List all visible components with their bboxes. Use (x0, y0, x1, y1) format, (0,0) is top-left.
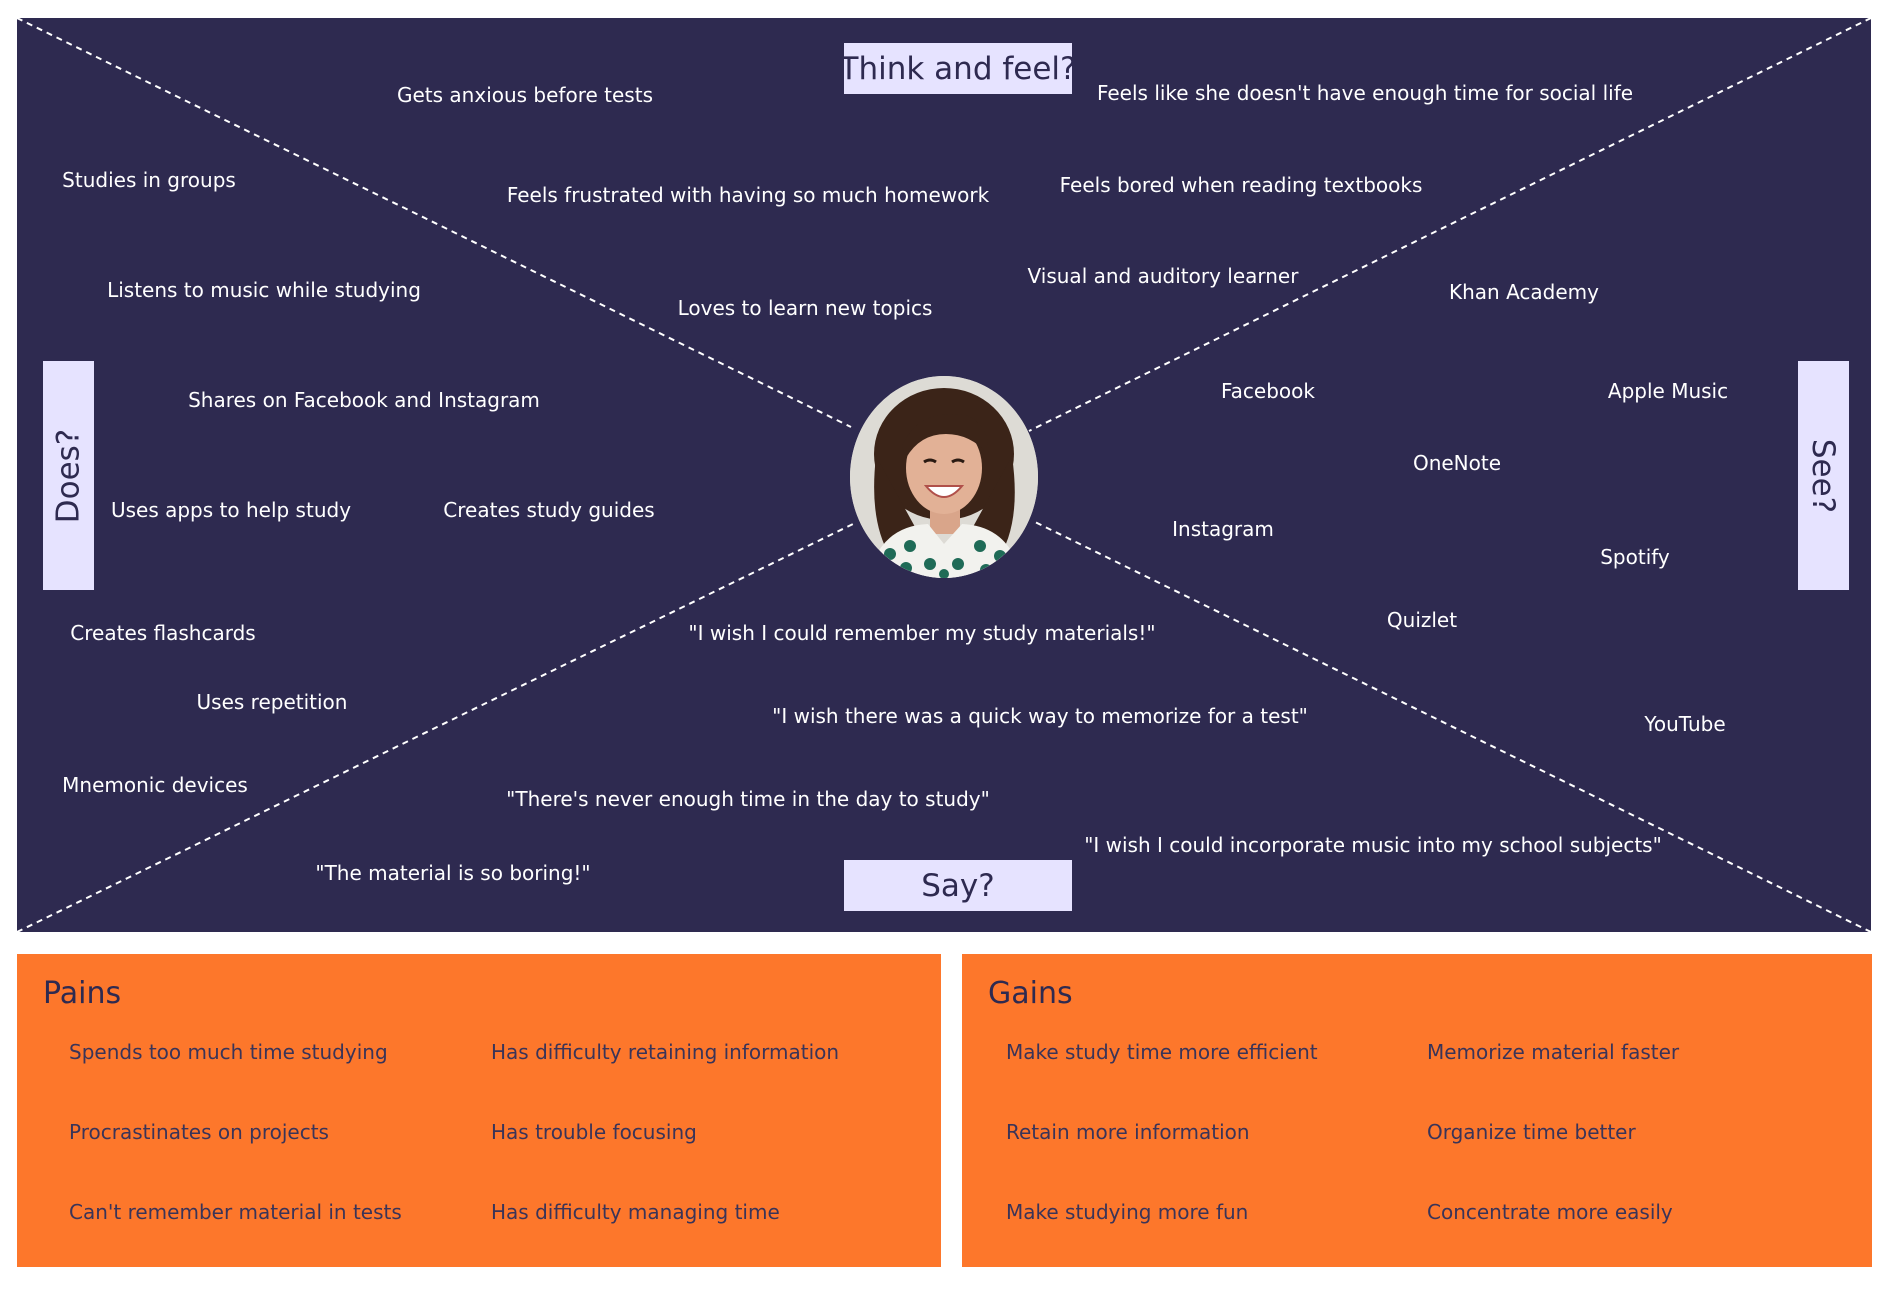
gain-item: Make study time more efficient (1006, 1040, 1318, 1064)
gains-panel: Gains Make study time more efficient Mem… (962, 954, 1872, 1267)
gain-item: Memorize material faster (1427, 1040, 1680, 1064)
does-note: Creates study guides (443, 498, 655, 522)
gain-item: Make studying more fun (1006, 1200, 1249, 1224)
see-note: Quizlet (1386, 608, 1458, 632)
does-note: Creates flashcards (70, 621, 256, 645)
does-note: Mnemonic devices (62, 773, 248, 797)
pain-item: Has difficulty retaining information (491, 1040, 840, 1064)
say-note: "The material is so boring!" (315, 861, 591, 885)
say-label: Say? (844, 860, 1072, 911)
gain-item: Retain more information (1006, 1120, 1250, 1144)
see-note: Instagram (1172, 517, 1274, 541)
see-note: Facebook (1221, 379, 1315, 403)
gain-item: Concentrate more easily (1427, 1200, 1673, 1224)
think-feel-note: Gets anxious before tests (397, 83, 653, 107)
think-feel-note: Feels frustrated with having so much hom… (506, 183, 990, 207)
think-feel-note: Feels like she doesn't have enough time … (1096, 81, 1634, 105)
say-note: "I wish I could remember my study materi… (688, 621, 1156, 645)
pain-item: Spends too much time studying (69, 1040, 388, 1064)
see-note: OneNote (1412, 451, 1502, 475)
think-feel-label: Think and feel? (840, 43, 1076, 94)
see-note: Spotify (1600, 545, 1670, 569)
say-label-text: Say? (921, 867, 995, 904)
empathy-map: Think and feel? Say? Does? See? Gets anx… (17, 18, 1871, 932)
see-note: Khan Academy (1449, 280, 1599, 304)
does-note: Uses apps to help study (110, 498, 352, 522)
gains-title: Gains (988, 976, 1073, 1011)
think-feel-label-text: Think and feel? (839, 50, 1077, 87)
see-note: YouTube (1644, 712, 1726, 736)
think-feel-note: Visual and auditory learner (1027, 264, 1299, 288)
say-note: "There's never enough time in the day to… (506, 787, 990, 811)
gain-item: Organize time better (1427, 1120, 1636, 1144)
say-note: "I wish there was a quick way to memoriz… (772, 704, 1308, 728)
think-feel-note: Feels bored when reading textbooks (1059, 173, 1423, 197)
does-label-text: Does? (50, 428, 87, 523)
think-feel-note: Loves to learn new topics (677, 296, 933, 320)
see-label: See? (1798, 361, 1849, 590)
say-note: "I wish I could incorporate music into m… (1084, 833, 1662, 857)
does-label: Does? (43, 361, 94, 590)
does-note: Studies in groups (62, 168, 236, 192)
pain-item: Can't remember material in tests (69, 1200, 402, 1224)
pain-item: Has difficulty managing time (491, 1200, 780, 1224)
persona-avatar (850, 376, 1038, 578)
does-note: Listens to music while studying (107, 278, 421, 302)
does-note: Shares on Facebook and Instagram (188, 388, 540, 412)
does-note: Uses repetition (196, 690, 348, 714)
pains-panel: Pains Spends too much time studying Has … (17, 954, 941, 1267)
pain-item: Procrastinates on projects (69, 1120, 329, 1144)
pains-title: Pains (43, 976, 122, 1011)
see-label-text: See? (1805, 438, 1842, 513)
see-note: Apple Music (1607, 379, 1729, 403)
pain-item: Has trouble focusing (491, 1120, 697, 1144)
